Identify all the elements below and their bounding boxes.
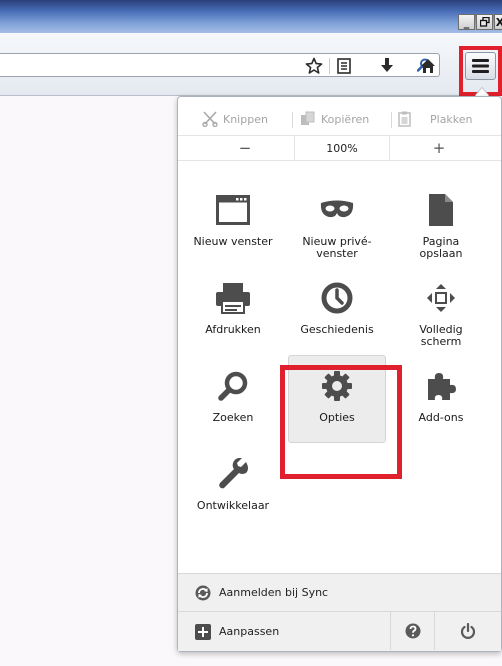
window-titlebar: _ X (0, 0, 502, 33)
history-button[interactable]: Geschiedenis (288, 267, 386, 355)
sync-icon (195, 585, 211, 601)
toolbar-separator (329, 58, 330, 74)
fullscreen-label: Volledig scherm (419, 323, 463, 348)
edit-controls: Knippen Kopiëren Plakken (178, 103, 501, 135)
private-window-button[interactable]: Nieuw privé-venster (288, 179, 386, 267)
zoom-out-button[interactable]: − (196, 136, 294, 160)
fullscreen-button[interactable]: Volledig scherm (392, 267, 490, 355)
developer-label: Ontwikkelaar (196, 499, 270, 512)
paste-button[interactable]: Plakken (397, 109, 473, 129)
hamburger-menu-icon (472, 59, 489, 73)
panel-arrow (475, 88, 489, 96)
edit-separator (292, 112, 293, 128)
copy-button[interactable]: Kopiëren (300, 109, 369, 129)
close-button[interactable]: X (494, 14, 502, 30)
power-icon (460, 623, 476, 639)
zoom-controls: − 100% + (178, 135, 501, 161)
history-label: Geschiedenis (300, 323, 374, 336)
help-button[interactable] (390, 612, 434, 650)
cut-button[interactable]: Knippen (202, 109, 268, 129)
new-window-button[interactable]: Nieuw venster (184, 179, 282, 267)
help-icon (405, 623, 420, 639)
customize-label[interactable]: Aanpassen (219, 625, 279, 638)
search-bar[interactable] (0, 53, 440, 77)
save-page-button[interactable]: Pagina opslaan (392, 179, 490, 267)
zoom-reset-button[interactable]: 100% (294, 136, 390, 160)
zoom-in-glyph: + (432, 139, 446, 157)
new-window-icon (213, 190, 253, 230)
find-label: Zoeken (212, 411, 254, 424)
developer-button[interactable]: Ontwikkelaar (184, 443, 282, 531)
private-mask-icon (317, 190, 357, 230)
restore-icon (479, 17, 490, 27)
bookmarks-list-icon[interactable] (333, 55, 355, 77)
save-page-icon (421, 190, 461, 230)
customize-row: Aanpassen (178, 611, 501, 651)
options-highlight (280, 365, 402, 479)
zoom-level: 100% (326, 141, 358, 155)
customize-plus-icon[interactable] (195, 623, 211, 640)
cut-label: Knippen (223, 112, 268, 126)
restore-button[interactable] (476, 14, 493, 30)
addons-button[interactable]: Add-ons (392, 355, 490, 443)
puzzle-icon (421, 366, 461, 406)
search-icon (213, 366, 253, 406)
quit-button[interactable] (434, 612, 501, 650)
minimize-button[interactable]: _ (458, 14, 475, 30)
clipboard-icon (398, 111, 411, 127)
sync-signin-button[interactable]: Aanmelden bij Sync (178, 573, 501, 611)
copy-label: Kopiëren (321, 112, 370, 126)
zoom-in-button[interactable]: + (390, 136, 488, 160)
wrench-icon (213, 454, 253, 494)
paste-label: Plakken (430, 112, 473, 126)
clock-icon (317, 278, 357, 318)
fullscreen-icon (421, 278, 461, 318)
print-label: Afdrukken (205, 323, 261, 336)
download-icon[interactable] (376, 55, 398, 77)
copy-icon (301, 111, 315, 125)
zoom-out-glyph: − (238, 139, 252, 157)
save-page-label: Pagina opslaan (419, 235, 463, 260)
hamburger-menu-button[interactable] (465, 52, 496, 80)
private-window-label: Nieuw privé-venster (302, 235, 372, 260)
minimize-glyph: _ (463, 15, 470, 29)
addons-label: Add-ons (418, 411, 464, 424)
edit-separator (391, 112, 392, 128)
sync-label: Aanmelden bij Sync (219, 586, 329, 599)
printer-icon (213, 278, 253, 318)
close-glyph: X (495, 15, 502, 29)
home-icon[interactable] (417, 55, 439, 77)
window-controls: _ X (457, 14, 502, 30)
new-window-label: Nieuw venster (193, 235, 273, 248)
print-button[interactable]: Afdrukken (184, 267, 282, 355)
scissors-icon (202, 111, 218, 127)
bookmark-star-icon[interactable] (303, 55, 325, 77)
find-button[interactable]: Zoeken (184, 355, 282, 443)
